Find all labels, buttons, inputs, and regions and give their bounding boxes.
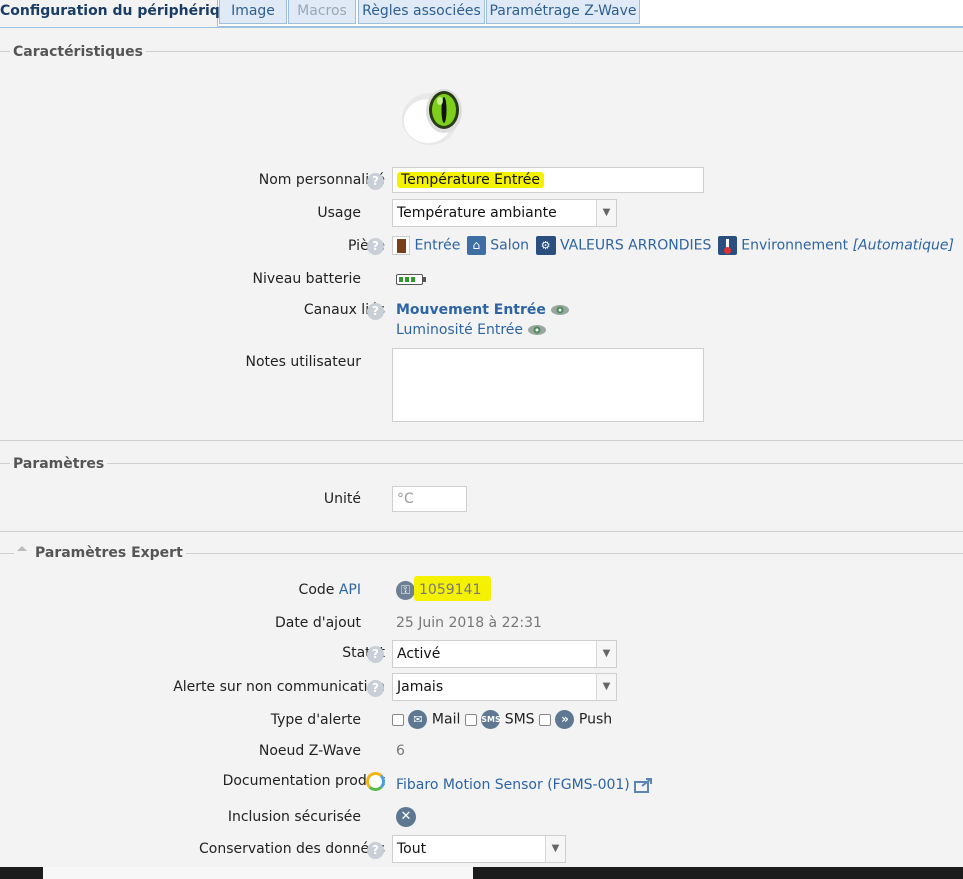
statut-value: Activé bbox=[397, 646, 441, 662]
help-icon[interactable]: ? bbox=[367, 842, 384, 859]
push-label: Push bbox=[578, 711, 613, 728]
tab-regles[interactable]: Règles associées bbox=[358, 0, 485, 24]
piece-list: Entrée ⌂ Salon ⚙ VALEURS ARRONDIES Envir… bbox=[392, 236, 954, 255]
room-environnement-link[interactable]: Environnement bbox=[741, 238, 848, 254]
statut-select[interactable]: Activé ▼ bbox=[392, 640, 617, 668]
name-value: Température Entrée bbox=[397, 172, 545, 188]
tab-bar: Configuration du périphérique Image Macr… bbox=[0, 0, 963, 28]
alerte-value: Jamais bbox=[397, 679, 444, 695]
eye-icon[interactable] bbox=[527, 324, 547, 336]
room-valeurs-link[interactable]: VALEURS ARRONDIES bbox=[560, 238, 711, 254]
door-icon bbox=[392, 236, 410, 255]
alerte-label: Alerte sur non communication bbox=[173, 679, 385, 695]
sms-checkbox[interactable] bbox=[464, 713, 477, 726]
type-alerte-options: ✉ Mail SMS SMS » Push bbox=[392, 710, 612, 729]
doc-link[interactable]: Fibaro Motion Sensor (FGMS-001) bbox=[396, 777, 630, 793]
push-checkbox[interactable] bbox=[539, 713, 552, 726]
help-icon[interactable]: ? bbox=[367, 238, 384, 255]
room-entree-link[interactable]: Entrée bbox=[414, 238, 460, 254]
inclusion-label: Inclusion sécurisée bbox=[227, 809, 361, 825]
chevron-down-icon: ▼ bbox=[596, 200, 616, 226]
usage-value: Température ambiante bbox=[397, 205, 557, 221]
mail-label: Mail bbox=[431, 711, 461, 728]
name-input[interactable]: Température Entrée bbox=[392, 167, 704, 193]
type-alerte-label: Type d'alerte bbox=[270, 712, 361, 728]
battery-icon bbox=[396, 274, 426, 285]
doc-label: Documentation produit bbox=[222, 773, 385, 789]
code-label: Code API bbox=[299, 582, 361, 598]
battery-label: Niveau batterie bbox=[252, 271, 361, 287]
doc-rainbow-icon bbox=[366, 772, 385, 791]
alerte-select[interactable]: Jamais ▼ bbox=[392, 673, 617, 701]
house-icon: ⌂ bbox=[466, 236, 486, 255]
noeud-value: 6 bbox=[396, 743, 405, 759]
taskbar-edge bbox=[0, 867, 963, 879]
sms-label: SMS bbox=[504, 711, 535, 728]
usage-select[interactable]: Température ambiante ▼ bbox=[392, 199, 617, 227]
cat-eye-sensor-icon bbox=[400, 83, 466, 147]
unit-input[interactable]: °C bbox=[392, 486, 467, 512]
section-parametres: Paramètres bbox=[10, 456, 108, 472]
sms-icon: SMS bbox=[481, 710, 501, 729]
channel-luminosite-link[interactable]: Luminosité Entrée bbox=[396, 322, 523, 338]
help-icon[interactable]: ? bbox=[367, 680, 384, 697]
help-icon[interactable]: ? bbox=[367, 646, 384, 663]
conservation-select[interactable]: Tout ▼ bbox=[392, 835, 566, 863]
notes-textarea[interactable] bbox=[392, 348, 704, 422]
collapse-triangle-icon[interactable] bbox=[17, 546, 27, 551]
chevron-down-icon: ▼ bbox=[596, 674, 616, 700]
key-icon: ⚿ bbox=[396, 581, 415, 600]
unit-label: Unité bbox=[323, 491, 361, 507]
close-icon: ✕ bbox=[396, 807, 416, 827]
code-label-text: Code bbox=[298, 582, 335, 598]
help-icon[interactable]: ? bbox=[367, 173, 384, 190]
date-value: 25 Juin 2018 à 22:31 bbox=[396, 615, 542, 631]
date-label: Date d'ajout bbox=[274, 615, 361, 631]
code-value: 1059141 bbox=[419, 582, 482, 598]
mail-icon: ✉ bbox=[408, 710, 428, 729]
tab-zwave[interactable]: Paramétrage Z-Wave bbox=[486, 0, 640, 24]
thermometer-icon bbox=[717, 236, 737, 255]
mail-checkbox[interactable] bbox=[392, 713, 404, 726]
push-icon: » bbox=[555, 710, 575, 729]
api-link[interactable]: API bbox=[339, 582, 361, 598]
notes-label: Notes utilisateur bbox=[245, 354, 361, 370]
conservation-label: Conservation des données bbox=[199, 841, 385, 857]
tab-macros[interactable]: Macros bbox=[288, 0, 356, 24]
gear-box-icon: ⚙ bbox=[535, 236, 556, 255]
conservation-value: Tout bbox=[397, 841, 427, 857]
chevron-down-icon: ▼ bbox=[545, 836, 565, 862]
external-link-icon[interactable] bbox=[634, 777, 654, 793]
channel-mouvement-link[interactable]: Mouvement Entrée bbox=[396, 302, 546, 318]
tab-image[interactable]: Image bbox=[219, 0, 287, 24]
room-salon-link[interactable]: Salon bbox=[490, 238, 529, 254]
chevron-down-icon: ▼ bbox=[596, 641, 616, 667]
section-caracteristiques: Caractéristiques bbox=[10, 44, 146, 60]
room-auto-tag: [Automatique] bbox=[852, 237, 954, 254]
usage-label: Usage bbox=[317, 205, 361, 221]
noeud-label: Noeud Z-Wave bbox=[258, 743, 361, 759]
help-icon[interactable]: ? bbox=[367, 303, 384, 320]
tab-configuration[interactable]: Configuration du périphérique bbox=[0, 0, 239, 27]
eye-icon[interactable] bbox=[550, 304, 570, 316]
section-expert: Paramètres Expert bbox=[32, 545, 186, 561]
